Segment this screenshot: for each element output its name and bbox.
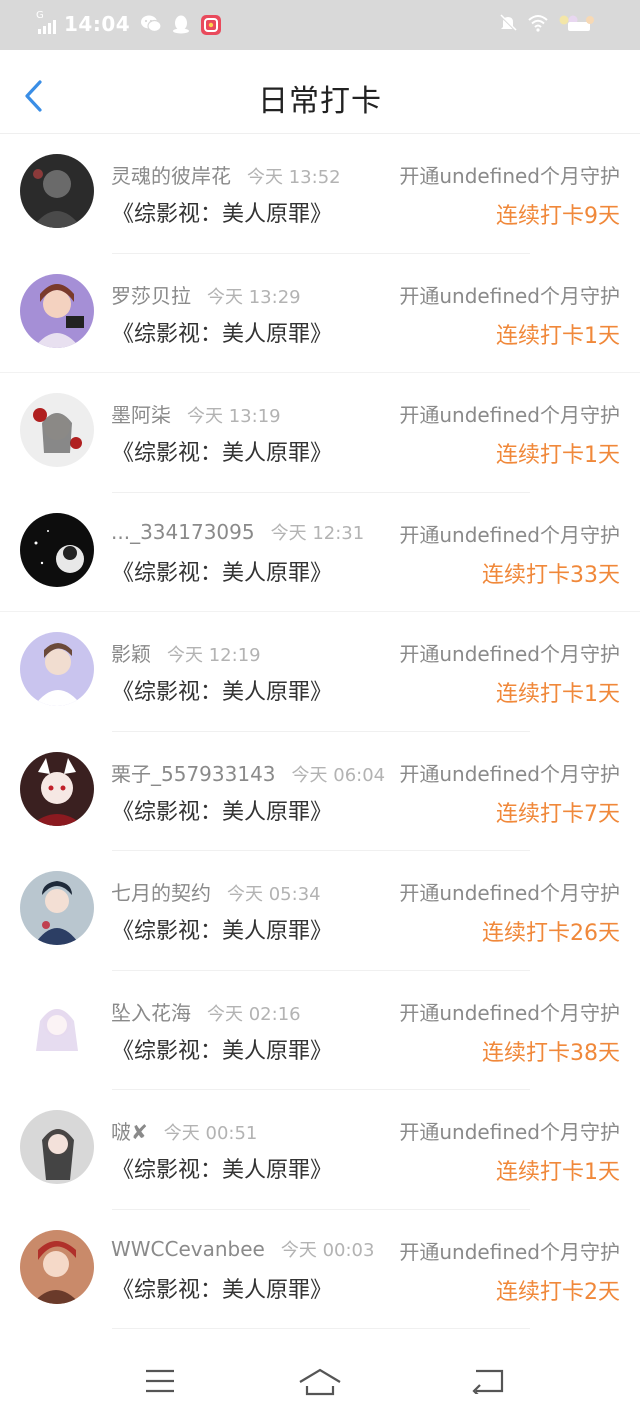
list-item[interactable]: WWCCevanbee 今天 00:03 《综影视：美人原罪》 开通undefin… bbox=[0, 1210, 640, 1329]
divider bbox=[112, 1328, 530, 1329]
checkin-time: 今天 06:04 bbox=[291, 764, 386, 786]
guard-text: 开通undefined个月守护 bbox=[399, 403, 620, 427]
list-item[interactable]: 影颖 今天 12:19 《综影视：美人原罪》 开通undefined个月守护 连续… bbox=[0, 612, 640, 732]
avatar[interactable] bbox=[20, 154, 94, 228]
guard-text: 开通undefined个月守护 bbox=[399, 1239, 620, 1264]
menu-icon bbox=[146, 1369, 174, 1393]
guard-text: 开通undefined个月守护 bbox=[399, 642, 620, 666]
app-icon bbox=[200, 14, 222, 35]
avatar[interactable] bbox=[20, 1229, 94, 1304]
guard-text: 开通undefined个月守护 bbox=[399, 1120, 620, 1144]
avatar[interactable] bbox=[20, 990, 94, 1065]
checkin-list: 灵魂的彼岸花 今天 13:52 《综影视：美人原罪》 开通undefined个月守… bbox=[0, 134, 640, 1329]
system-nav-bar bbox=[0, 1340, 640, 1422]
streak-text: 连续打卡1天 bbox=[496, 682, 620, 707]
book-title[interactable]: 《综影视：美人原罪》 bbox=[112, 1033, 332, 1065]
list-item[interactable]: ..._334173095 今天 12:31 《综影视：美人原罪》 开通undef… bbox=[0, 493, 640, 612]
back-nav-button[interactable] bbox=[470, 1368, 506, 1398]
checkin-time: 今天 12:19 bbox=[167, 645, 261, 666]
user-name: 坠入花海 今天 02:16 bbox=[111, 1000, 301, 1025]
mute-icon bbox=[498, 13, 518, 37]
qq-icon bbox=[170, 14, 192, 34]
list-item[interactable]: 灵魂的彼岸花 今天 13:52 《综影视：美人原罪》 开通undefined个月守… bbox=[0, 134, 640, 254]
list-item[interactable]: 坠入花海 今天 02:16 《综影视：美人原罪》 开通undefined个月守护 … bbox=[0, 971, 640, 1090]
streak-text: 连续打卡1天 bbox=[496, 323, 620, 349]
home-icon bbox=[299, 1368, 341, 1396]
status-time: 14:04 bbox=[64, 12, 131, 36]
streak-text: 连续打卡9天 bbox=[496, 204, 620, 229]
checkin-time: 今天 05:34 bbox=[227, 884, 321, 905]
checkin-time: 今天 13:19 bbox=[187, 406, 281, 427]
streak-text: 连续打卡33天 bbox=[482, 562, 620, 588]
checkin-time: 今天 13:52 bbox=[247, 167, 341, 188]
signal-icon: G bbox=[36, 10, 56, 34]
wifi-icon bbox=[528, 14, 548, 36]
status-bar-right bbox=[488, 13, 598, 37]
book-title[interactable]: 《综影视：美人原罪》 bbox=[112, 316, 332, 348]
checkin-time: 今天 00:03 bbox=[280, 1239, 375, 1261]
streak-text: 连续打卡1天 bbox=[496, 443, 620, 468]
user-name: 墨阿柒 今天 13:19 bbox=[111, 403, 281, 427]
streak-text: 连续打卡1天 bbox=[496, 1160, 620, 1185]
wechat-icon bbox=[140, 14, 162, 34]
network-type: G bbox=[36, 10, 44, 21]
user-name: 啵✘ 今天 00:51 bbox=[111, 1120, 258, 1144]
guard-text: 开通undefined个月守护 bbox=[399, 761, 620, 786]
streak-text: 连续打卡26天 bbox=[482, 921, 620, 946]
user-name: 栗子_557933143 今天 06:04 bbox=[111, 761, 386, 786]
checkin-time: 今天 02:16 bbox=[207, 1003, 301, 1025]
menu-button[interactable] bbox=[144, 1368, 176, 1398]
book-title[interactable]: 《综影视：美人原罪》 bbox=[112, 794, 332, 826]
avatar[interactable] bbox=[20, 393, 94, 467]
battery-icon bbox=[558, 14, 598, 36]
book-title[interactable]: 《综影视：美人原罪》 bbox=[112, 555, 332, 587]
list-item[interactable]: 啵✘ 今天 00:51 《综影视：美人原罪》 开通undefined个月守护 连续… bbox=[0, 1090, 640, 1210]
book-title[interactable]: 《综影视：美人原罪》 bbox=[112, 1152, 332, 1184]
list-item[interactable]: 栗子_557933143 今天 06:04 《综影视：美人原罪》 开通undefi… bbox=[0, 732, 640, 851]
avatar[interactable] bbox=[20, 751, 94, 826]
book-title[interactable]: 《综影视：美人原罪》 bbox=[112, 435, 332, 467]
checkin-time: 今天 12:31 bbox=[270, 522, 365, 544]
user-name: 灵魂的彼岸花 今天 13:52 bbox=[111, 164, 341, 188]
guard-text: 开通undefined个月守护 bbox=[399, 522, 620, 547]
avatar[interactable] bbox=[20, 871, 94, 945]
list-item[interactable]: 七月的契约 今天 05:34 《综影视：美人原罪》 开通undefined个月守护… bbox=[0, 851, 640, 971]
page-header: 日常打卡 bbox=[0, 50, 640, 134]
page-title: 日常打卡 bbox=[258, 84, 382, 119]
avatar[interactable] bbox=[20, 512, 94, 587]
back-icon bbox=[472, 1369, 504, 1398]
book-title[interactable]: 《综影视：美人原罪》 bbox=[112, 196, 332, 228]
checkin-time: 今天 13:29 bbox=[207, 286, 301, 308]
guard-text: 开通undefined个月守护 bbox=[399, 164, 620, 188]
user-name: 影颖 今天 12:19 bbox=[111, 642, 261, 666]
guard-text: 开通undefined个月守护 bbox=[399, 1000, 620, 1025]
checkin-time: 今天 00:51 bbox=[163, 1123, 258, 1144]
streak-text: 连续打卡2天 bbox=[496, 1279, 620, 1305]
guard-text: 开通undefined个月守护 bbox=[399, 881, 620, 905]
home-button[interactable] bbox=[298, 1368, 342, 1400]
book-title[interactable]: 《综影视：美人原罪》 bbox=[112, 1272, 332, 1304]
user-name: WWCCevanbee 今天 00:03 bbox=[111, 1236, 375, 1261]
avatar[interactable] bbox=[20, 273, 94, 348]
book-title[interactable]: 《综影视：美人原罪》 bbox=[112, 674, 332, 706]
streak-text: 连续打卡7天 bbox=[496, 801, 620, 827]
streak-text: 连续打卡38天 bbox=[482, 1040, 620, 1066]
avatar[interactable] bbox=[20, 632, 94, 706]
guard-text: 开通undefined个月守护 bbox=[399, 283, 620, 308]
list-item[interactable]: 墨阿柒 今天 13:19 《综影视：美人原罪》 开通undefined个月守护 连… bbox=[0, 373, 640, 493]
list-item[interactable]: 罗莎贝拉 今天 13:29 《综影视：美人原罪》 开通undefined个月守护 … bbox=[0, 254, 640, 373]
user-name: 七月的契约 今天 05:34 bbox=[111, 881, 321, 905]
user-name: 罗莎贝拉 今天 13:29 bbox=[111, 283, 301, 308]
status-bar-left: G 14:04 bbox=[36, 10, 230, 36]
user-name: ..._334173095 今天 12:31 bbox=[111, 519, 365, 544]
status-bar: G 14:04 bbox=[0, 0, 640, 50]
avatar[interactable] bbox=[20, 1110, 94, 1184]
book-title[interactable]: 《综影视：美人原罪》 bbox=[112, 913, 332, 945]
